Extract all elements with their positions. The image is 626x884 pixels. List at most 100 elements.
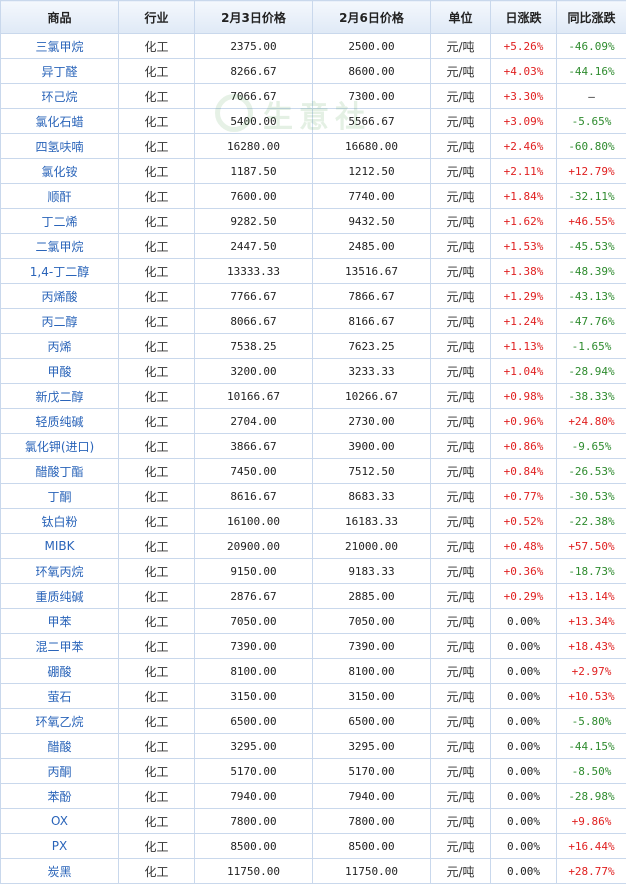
- product-name[interactable]: 丁酮: [1, 484, 119, 509]
- industry-cell: 化工: [119, 234, 195, 259]
- table-row: 丁二烯化工9282.509432.50元/吨+1.62%+46.55%: [1, 209, 626, 234]
- table-row: 环己烷化工7066.677300.00元/吨+3.30%—: [1, 84, 626, 109]
- product-name[interactable]: 二氯甲烷: [1, 234, 119, 259]
- product-name[interactable]: 异丁醛: [1, 59, 119, 84]
- price-feb3-cell: 13333.33: [195, 259, 313, 284]
- yoy-change-cell: -28.94%: [557, 359, 626, 384]
- product-name[interactable]: 环氧丙烷: [1, 559, 119, 584]
- industry-cell: 化工: [119, 734, 195, 759]
- yoy-change-cell: +16.44%: [557, 834, 626, 859]
- product-name[interactable]: 丙酮: [1, 759, 119, 784]
- yoy-change-cell: -9.65%: [557, 434, 626, 459]
- table-row: 二氯甲烷化工2447.502485.00元/吨+1.53%-45.53%: [1, 234, 626, 259]
- daily-change-cell: +0.77%: [491, 484, 557, 509]
- price-feb3-cell: 1187.50: [195, 159, 313, 184]
- product-name[interactable]: 重质纯碱: [1, 584, 119, 609]
- price-feb3-cell: 7600.00: [195, 184, 313, 209]
- header-daily-change[interactable]: 日涨跌: [491, 1, 557, 34]
- industry-cell: 化工: [119, 409, 195, 434]
- product-name[interactable]: 炭黑: [1, 859, 119, 884]
- header-yoy-change[interactable]: 同比涨跌: [557, 1, 626, 34]
- product-name[interactable]: 1,4-丁二醇: [1, 259, 119, 284]
- product-name[interactable]: 三氯甲烷: [1, 34, 119, 59]
- price-feb3-cell: 11750.00: [195, 859, 313, 884]
- product-name[interactable]: OX: [1, 809, 119, 834]
- daily-change-cell: 0.00%: [491, 759, 557, 784]
- product-name[interactable]: 萤石: [1, 684, 119, 709]
- product-name[interactable]: 氯化石蜡: [1, 109, 119, 134]
- unit-cell: 元/吨: [431, 259, 491, 284]
- unit-cell: 元/吨: [431, 609, 491, 634]
- table-row: 氯化钾(进口)化工3866.673900.00元/吨+0.86%-9.65%: [1, 434, 626, 459]
- product-name[interactable]: 醋酸丁酯: [1, 459, 119, 484]
- product-name[interactable]: 氯化铵: [1, 159, 119, 184]
- yoy-change-cell: +12.79%: [557, 159, 626, 184]
- product-name[interactable]: 甲酸: [1, 359, 119, 384]
- unit-cell: 元/吨: [431, 534, 491, 559]
- unit-cell: 元/吨: [431, 684, 491, 709]
- price-feb3-cell: 7800.00: [195, 809, 313, 834]
- industry-cell: 化工: [119, 334, 195, 359]
- price-feb3-cell: 3866.67: [195, 434, 313, 459]
- price-feb6-cell: 6500.00: [313, 709, 431, 734]
- price-feb6-cell: 3233.33: [313, 359, 431, 384]
- product-name[interactable]: 四氢呋喃: [1, 134, 119, 159]
- product-name[interactable]: 丙烯: [1, 334, 119, 359]
- yoy-change-cell: -18.73%: [557, 559, 626, 584]
- daily-change-cell: 0.00%: [491, 809, 557, 834]
- product-name[interactable]: 顺酐: [1, 184, 119, 209]
- price-feb6-cell: 7390.00: [313, 634, 431, 659]
- product-name[interactable]: 甲苯: [1, 609, 119, 634]
- product-name[interactable]: 醋酸: [1, 734, 119, 759]
- price-feb6-cell: 7940.00: [313, 784, 431, 809]
- product-name[interactable]: 环氧乙烷: [1, 709, 119, 734]
- product-name[interactable]: 钛白粉: [1, 509, 119, 534]
- header-product[interactable]: 商品: [1, 1, 119, 34]
- table-row: 异丁醛化工8266.678600.00元/吨+4.03%-44.16%: [1, 59, 626, 84]
- unit-cell: 元/吨: [431, 709, 491, 734]
- yoy-change-cell: -48.39%: [557, 259, 626, 284]
- product-name[interactable]: 丙二醇: [1, 309, 119, 334]
- table-body: 三氯甲烷化工2375.002500.00元/吨+5.26%-46.09%异丁醛化…: [1, 34, 626, 884]
- industry-cell: 化工: [119, 284, 195, 309]
- table-row: 甲酸化工3200.003233.33元/吨+1.04%-28.94%: [1, 359, 626, 384]
- yoy-change-cell: -47.76%: [557, 309, 626, 334]
- product-name[interactable]: 硼酸: [1, 659, 119, 684]
- product-name[interactable]: 环己烷: [1, 84, 119, 109]
- product-name[interactable]: 混二甲苯: [1, 634, 119, 659]
- price-feb3-cell: 2704.00: [195, 409, 313, 434]
- product-name[interactable]: 氯化钾(进口): [1, 434, 119, 459]
- product-name[interactable]: PX: [1, 834, 119, 859]
- price-feb3-cell: 6500.00: [195, 709, 313, 734]
- daily-change-cell: 0.00%: [491, 784, 557, 809]
- header-unit[interactable]: 单位: [431, 1, 491, 34]
- product-name[interactable]: MIBK: [1, 534, 119, 559]
- header-price-feb6[interactable]: 2月6日价格: [313, 1, 431, 34]
- industry-cell: 化工: [119, 384, 195, 409]
- daily-change-cell: +0.98%: [491, 384, 557, 409]
- price-table-container: 商品 行业 2月3日价格 2月6日价格 单位 日涨跌 同比涨跌 三氯甲烷化工23…: [0, 0, 626, 884]
- table-row: 三氯甲烷化工2375.002500.00元/吨+5.26%-46.09%: [1, 34, 626, 59]
- header-price-feb3[interactable]: 2月3日价格: [195, 1, 313, 34]
- unit-cell: 元/吨: [431, 209, 491, 234]
- table-row: 环氧乙烷化工6500.006500.00元/吨0.00%-5.80%: [1, 709, 626, 734]
- price-feb3-cell: 3200.00: [195, 359, 313, 384]
- unit-cell: 元/吨: [431, 184, 491, 209]
- industry-cell: 化工: [119, 484, 195, 509]
- unit-cell: 元/吨: [431, 59, 491, 84]
- price-feb6-cell: 9183.33: [313, 559, 431, 584]
- product-name[interactable]: 丁二烯: [1, 209, 119, 234]
- product-name[interactable]: 丙烯酸: [1, 284, 119, 309]
- daily-change-cell: 0.00%: [491, 684, 557, 709]
- product-name[interactable]: 轻质纯碱: [1, 409, 119, 434]
- price-feb3-cell: 5400.00: [195, 109, 313, 134]
- table-header-row: 商品 行业 2月3日价格 2月6日价格 单位 日涨跌 同比涨跌: [1, 1, 626, 34]
- daily-change-cell: +0.48%: [491, 534, 557, 559]
- industry-cell: 化工: [119, 434, 195, 459]
- daily-change-cell: +1.53%: [491, 234, 557, 259]
- unit-cell: 元/吨: [431, 409, 491, 434]
- yoy-change-cell: +9.86%: [557, 809, 626, 834]
- header-industry[interactable]: 行业: [119, 1, 195, 34]
- product-name[interactable]: 新戊二醇: [1, 384, 119, 409]
- product-name[interactable]: 苯酚: [1, 784, 119, 809]
